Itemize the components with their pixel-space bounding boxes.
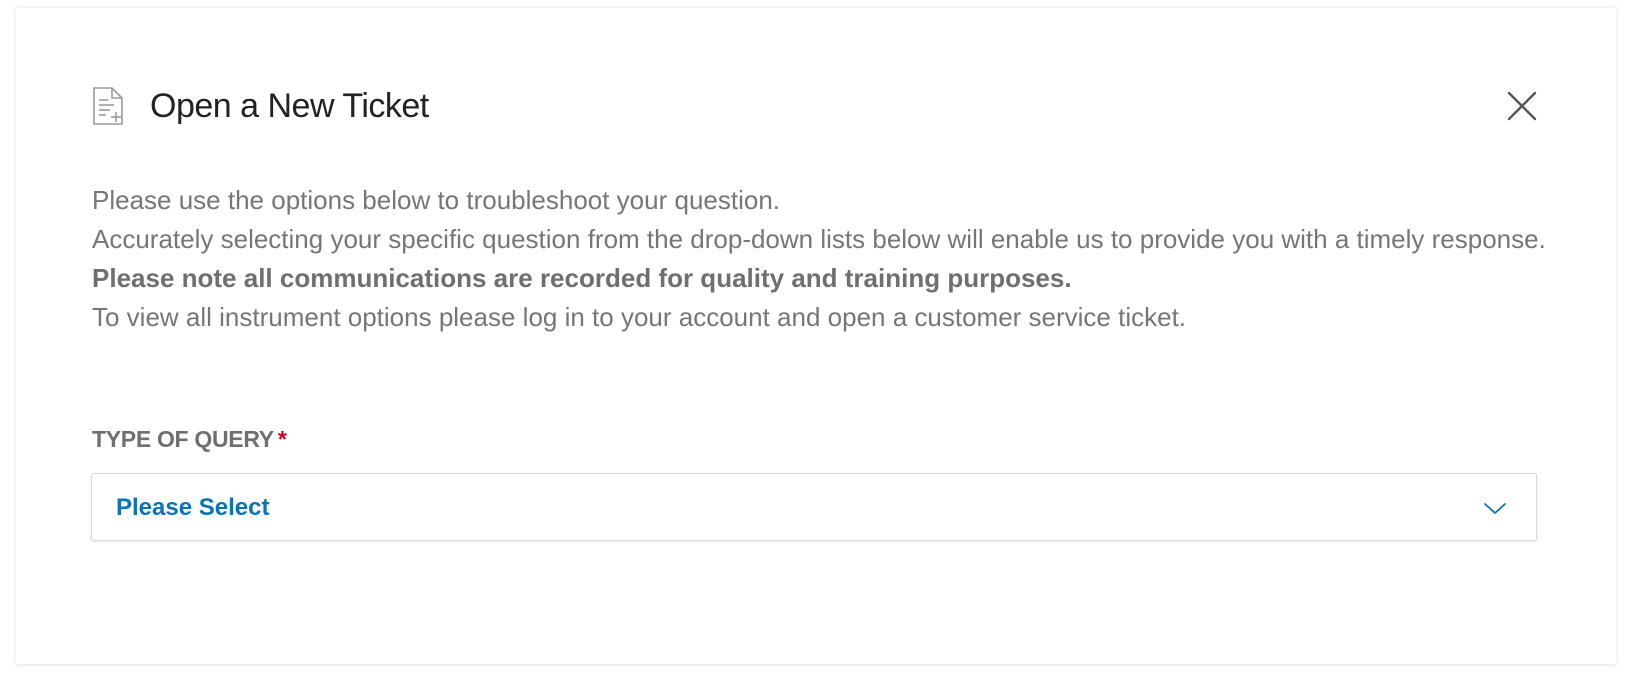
dialog-title: Open a New Ticket — [150, 87, 429, 125]
query-type-label: TYPE OF QUERY * — [92, 426, 287, 453]
query-type-label-text: TYPE OF QUERY — [92, 426, 274, 452]
intro-line-2: Accurately selecting your specific quest… — [92, 224, 1546, 254]
chevron-down-icon — [1484, 503, 1506, 514]
close-icon[interactable] — [1502, 86, 1542, 126]
intro-line-1: Please use the options below to troubles… — [92, 185, 781, 215]
close-button[interactable] — [1502, 86, 1542, 126]
ticket-dialog: Open a New Ticket Please use the options… — [16, 8, 1616, 664]
dialog-header: Open a New Ticket — [92, 86, 429, 126]
intro-notice: Please note all communications are recor… — [92, 263, 1072, 293]
query-type-selected-value: Please Select — [116, 494, 270, 521]
required-marker: * — [277, 426, 287, 452]
query-type-select[interactable]: Please Select — [91, 473, 1537, 541]
document-add-icon — [92, 86, 126, 126]
intro-line-4: To view all instrument options please lo… — [92, 302, 1187, 332]
intro-text: Please use the options below to troubles… — [92, 181, 1572, 337]
